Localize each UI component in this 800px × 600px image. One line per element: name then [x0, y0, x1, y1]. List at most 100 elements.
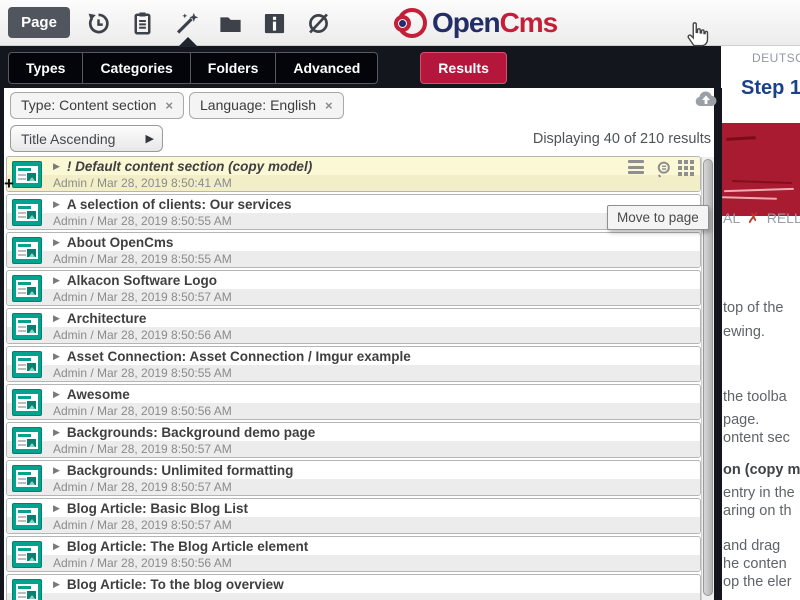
item-meta: Admin / Mar 28, 2019 8:50:55 AM [53, 366, 232, 380]
item-title: Architecture [67, 311, 147, 326]
list-item[interactable]: ▶ Backgrounds: Background demo page Admin … [6, 422, 701, 458]
results-list: + ▶ ! Default content section (copy model)… [6, 156, 701, 600]
item-meta: Admin / Mar 28, 2019 8:50:56 AM [53, 556, 232, 570]
remove-filter-icon[interactable]: × [325, 99, 333, 112]
gallery-tab-strip: TypesCategoriesFoldersAdvanced Results [0, 46, 721, 88]
content-section-icon [12, 275, 42, 302]
content-section-icon [12, 161, 42, 188]
item-title: Asset Connection: Asset Connection / Img… [67, 349, 411, 364]
item-title: Backgrounds: Unlimited formatting [67, 463, 294, 478]
page-button[interactable]: Page [8, 7, 70, 38]
page-text-fragment: aring on th [723, 503, 792, 519]
expand-arrow-icon[interactable]: ▶ [53, 427, 60, 438]
filter-chip-label: Language: English [200, 97, 316, 113]
remove-filter-icon[interactable]: × [165, 99, 173, 112]
tab-results[interactable]: Results [420, 52, 507, 84]
upload-icon[interactable] [694, 90, 718, 114]
move-to-page-icon[interactable] [678, 160, 695, 175]
editor-toolbar: Page OpenCms [0, 0, 800, 46]
expand-arrow-icon[interactable]: ▶ [53, 313, 60, 324]
tab-types[interactable]: Types [8, 52, 83, 84]
expand-arrow-icon[interactable]: ▶ [53, 199, 60, 210]
expand-arrow-icon[interactable]: ▶ [53, 579, 60, 590]
list-item[interactable]: ▶ Blog Article: The Blog Article element A… [6, 536, 701, 572]
expand-arrow-icon[interactable]: ▶ [53, 541, 60, 552]
history-icon[interactable] [82, 7, 115, 39]
item-meta: Admin / Mar 28, 2019 8:50:57 AM [53, 518, 232, 532]
content-section-icon [12, 351, 42, 378]
expand-arrow-icon[interactable]: ▶ [53, 161, 60, 172]
item-meta: Admin / Mar 28, 2019 8:50:57 AM [53, 442, 232, 456]
content-section-icon [12, 503, 42, 530]
content-section-icon [12, 313, 42, 340]
page-text-fragment: ewing. [723, 324, 765, 340]
item-meta: Admin / Mar 28, 2019 8:50:55 AM [53, 252, 232, 266]
language-switch-link[interactable]: DEUTSCH [752, 51, 800, 65]
list-item[interactable]: ▶ About OpenCms Admin / Mar 28, 2019 8:50:… [6, 232, 701, 268]
item-title: ! Default content section (copy model) [67, 159, 312, 174]
item-meta: Admin / Mar 28, 2019 8:50:55 AM [53, 214, 232, 228]
step-heading: Step 1: [741, 77, 800, 100]
tab-advanced[interactable]: Advanced [276, 52, 378, 84]
list-item[interactable]: ▶AwesomeAdmin / Mar 28, 2019 8:50:56 AM [6, 384, 701, 420]
filter-chip: Type: Content section × [10, 92, 184, 119]
selector-icon[interactable] [628, 160, 645, 175]
list-item[interactable]: ▶ Asset Connection: Asset Connection / Im… [6, 346, 701, 382]
list-item[interactable]: ▶ A selection of clients: Our services Adm… [6, 194, 701, 230]
sort-select[interactable]: Title Ascending ▶ [10, 125, 163, 152]
content-section-icon [12, 465, 42, 492]
item-meta: Admin / Mar 28, 2019 8:50:41 AM [53, 176, 232, 190]
page-text-fragment: entry in the [723, 485, 795, 501]
content-section-icon [12, 199, 42, 226]
item-title: A selection of clients: Our services [67, 197, 292, 212]
partial-heading: AL✗RELL [723, 209, 800, 227]
list-item[interactable]: + ▶ ! Default content section (copy model)… [6, 156, 701, 192]
folder-icon[interactable] [214, 7, 247, 39]
list-item[interactable]: ▶ Alkacon Software Logo Admin / Mar 28, 20… [6, 270, 701, 306]
copy-model-badge: + [4, 175, 14, 192]
expand-arrow-icon[interactable]: ▶ [53, 465, 60, 476]
hand-cursor-icon [684, 18, 710, 53]
expand-arrow-icon[interactable]: ▶ [53, 351, 60, 362]
expand-arrow-icon[interactable]: ▶ [53, 389, 60, 400]
list-item[interactable]: ▶ Architecture Admin / Mar 28, 2019 8:50:5… [6, 308, 701, 344]
opencms-logo-icon [394, 6, 428, 40]
page-text-fragment: op the eler [723, 574, 792, 590]
content-section-icon [12, 427, 42, 454]
page-text-fragment: and drag [723, 538, 780, 554]
tab-folders[interactable]: Folders [191, 52, 277, 84]
item-meta: Admin / Mar 28, 2019 8:50:57 AM [53, 290, 232, 304]
content-section-icon [12, 541, 42, 568]
tab-categories[interactable]: Categories [83, 52, 190, 84]
magic-wand-icon[interactable] [170, 7, 203, 39]
item-title: Blog Article: The Blog Article element [67, 539, 308, 554]
expand-arrow-icon[interactable]: ▶ [53, 237, 60, 248]
publish-icon[interactable] [302, 7, 335, 39]
item-title: About OpenCms [67, 235, 174, 250]
expand-arrow-icon[interactable]: ▶ [53, 275, 60, 286]
list-item[interactable]: ▶ Backgrounds: Unlimited formatting Admin … [6, 460, 701, 496]
content-section-icon [12, 389, 42, 416]
item-meta: Admin / Mar 28, 2019 8:50:56 AM [53, 328, 232, 342]
page-text-fragment: he conten [723, 556, 787, 572]
item-meta: Admin / Mar 28, 2019 8:50:57 AM [53, 480, 232, 494]
filter-chip-label: Type: Content section [21, 97, 156, 113]
item-title: Blog Article: Basic Blog List [67, 501, 248, 516]
list-item[interactable]: ▶Blog Article: To the blog overview [6, 574, 701, 600]
background-page: DEUTSCH Step 1: AL✗RELL top of theewing.… [722, 46, 800, 600]
red-mark: ✗ [747, 210, 760, 227]
item-title: Alkacon Software Logo [67, 273, 217, 288]
preview-icon[interactable] [653, 160, 670, 175]
item-meta: Admin / Mar 28, 2019 8:50:56 AM [53, 404, 232, 418]
expand-arrow-icon[interactable]: ▶ [53, 503, 60, 514]
item-title: Backgrounds: Background demo page [67, 425, 315, 440]
page-banner-image [722, 123, 800, 216]
tooltip: Move to page [607, 205, 709, 230]
page-text-fragment: on (copy m [723, 462, 800, 478]
info-icon[interactable] [258, 7, 291, 39]
list-item[interactable]: ▶ Blog Article: Basic Blog List Admin / Ma… [6, 498, 701, 534]
opencms-logo: OpenCms [394, 6, 557, 40]
panel-pointer [178, 37, 198, 47]
clipboard-icon[interactable] [126, 7, 159, 39]
results-count: Displaying 40 of 210 results [420, 131, 711, 147]
